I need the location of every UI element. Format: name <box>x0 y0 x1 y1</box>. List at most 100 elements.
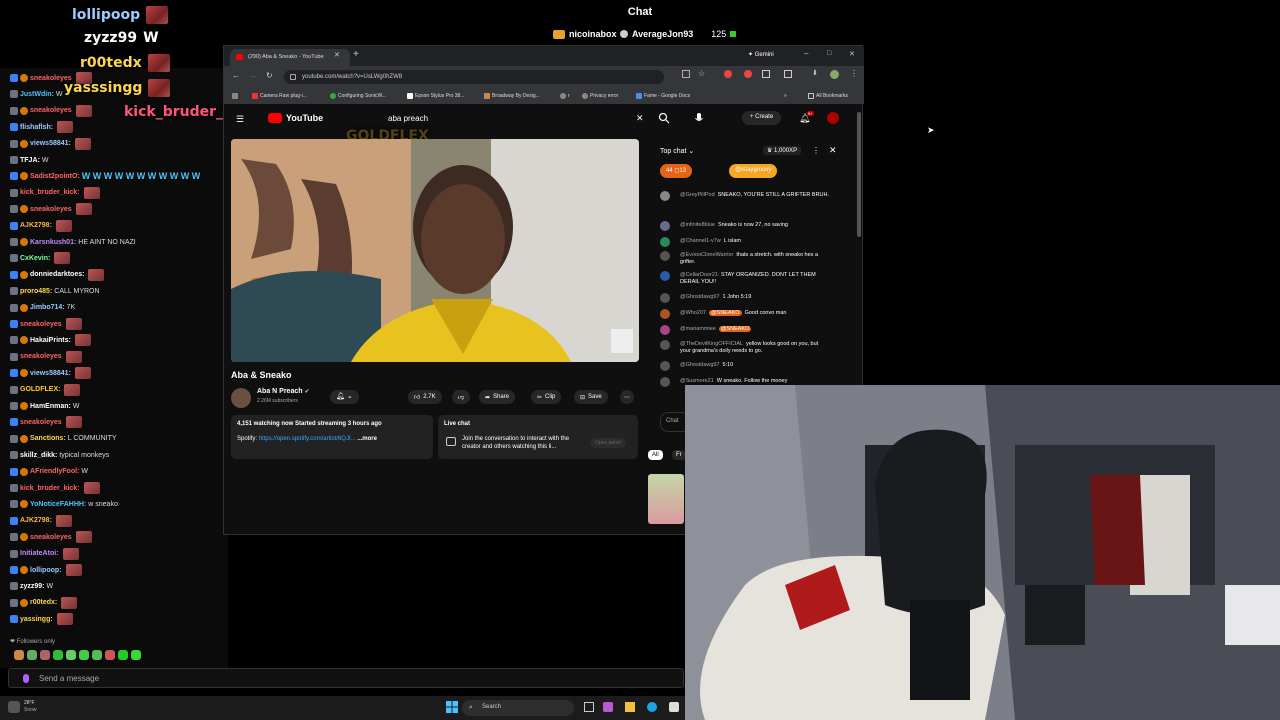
clear-search-icon[interactable]: ✕ <box>636 113 644 124</box>
share-button[interactable]: ➦ Share <box>479 390 516 404</box>
chat-avatar[interactable] <box>660 293 670 303</box>
chat-username[interactable]: @CellarDoor21 <box>680 272 718 278</box>
chat-username[interactable]: @Channel1-v7w <box>680 238 721 244</box>
weather-icon[interactable] <box>8 701 20 713</box>
gemini-button[interactable]: ✦ Gemini <box>748 51 774 58</box>
sidebar-icon[interactable] <box>784 70 792 78</box>
chat-username[interactable]: CxKevin: <box>20 255 50 262</box>
new-tab-icon[interactable]: + <box>353 49 359 60</box>
cast-icon[interactable] <box>682 70 690 78</box>
chat-username[interactable]: sneakoleyes <box>20 321 62 328</box>
bookmark-item[interactable]: r <box>560 93 570 99</box>
open-panel-button[interactable]: Open panel <box>590 438 626 448</box>
chat-username[interactable]: AJK2798: <box>20 222 52 229</box>
chat-username[interactable]: InitiateAtoi: <box>20 550 59 557</box>
bookmark-item[interactable]: Epson Stylus Pro 38... <box>407 93 464 99</box>
chat-username[interactable]: @Ghostdawg97 <box>680 294 720 300</box>
more-actions-button[interactable]: ⋯ <box>620 390 634 404</box>
chat-username[interactable]: flishaflsh: <box>20 124 53 131</box>
emote-icon[interactable] <box>79 650 89 660</box>
reload-icon[interactable]: ↻ <box>266 71 273 80</box>
chat-username[interactable]: Sanctions: <box>30 435 66 442</box>
chat-username[interactable]: kick_bruder_kick: <box>20 485 80 492</box>
account-avatar[interactable] <box>827 112 839 124</box>
search-icon[interactable] <box>658 112 670 124</box>
chat-username[interactable]: donniedarktoes: <box>30 271 84 278</box>
minimize-icon[interactable]: – <box>804 49 808 58</box>
chat-username[interactable]: yassingg: <box>20 616 53 623</box>
chat-username[interactable]: @infinite8blue <box>680 222 715 228</box>
spotify-link[interactable]: https://open.spotify.com/artist/6QJI... <box>259 436 356 442</box>
chat-username[interactable]: JustWdin: <box>20 91 54 98</box>
app-icon[interactable] <box>603 702 613 712</box>
chat-username[interactable]: GOLDFLEX: <box>20 386 60 393</box>
save-button[interactable]: ⊟ Save <box>574 390 608 404</box>
emote-icon[interactable] <box>53 650 63 660</box>
chat-avatar[interactable] <box>660 340 670 350</box>
chat-username[interactable]: HamEnman: <box>30 403 71 410</box>
clip-button[interactable]: ✂ Clip <box>531 390 562 404</box>
more-link[interactable]: ...more <box>357 436 377 442</box>
chat-username[interactable]: sneakoleyes <box>20 419 62 426</box>
chat-username[interactable]: kick_bruder_kick: <box>20 189 80 196</box>
emote-icon[interactable] <box>66 650 76 660</box>
all-bookmarks[interactable]: All Bookmarks <box>808 93 848 99</box>
video-player[interactable] <box>231 139 639 362</box>
chat-menu-icon[interactable]: ⋮ <box>812 146 820 155</box>
chat-username[interactable]: lollipoop: <box>30 567 62 574</box>
emote-icon[interactable] <box>118 650 128 660</box>
emote-bar[interactable] <box>14 650 141 660</box>
chat-username[interactable]: skillz_dikk: <box>20 452 57 459</box>
chat-avatar[interactable] <box>660 221 670 231</box>
chat-avatar[interactable] <box>660 237 670 247</box>
emote-icon[interactable] <box>14 650 24 660</box>
microphone-icon[interactable] <box>694 112 704 124</box>
chat-username[interactable]: zyzz99: <box>20 583 45 590</box>
chat-avatar[interactable] <box>660 191 670 201</box>
chat-username[interactable]: Sadist2pointO: <box>30 173 80 180</box>
extension-icon[interactable] <box>724 70 732 78</box>
apps-grid-icon[interactable] <box>232 93 238 99</box>
chat-username[interactable]: sneakoleyes <box>30 107 72 114</box>
extensions-puzzle-icon[interactable] <box>762 70 770 78</box>
filter-chip-fr[interactable]: Fr <box>672 450 686 460</box>
forward-icon[interactable]: → <box>249 71 257 80</box>
emote-icon[interactable] <box>92 650 102 660</box>
bookmark-item[interactable]: Camera Raw plug-i... <box>252 93 307 99</box>
emote-icon[interactable] <box>27 650 37 660</box>
chat-username[interactable]: @EvoooCloneWarrior <box>680 252 733 258</box>
chat-username[interactable]: TFJA: <box>20 157 40 164</box>
chat-pinned-pill[interactable]: @istaygroovy <box>729 164 778 178</box>
top-chat-dropdown[interactable]: Top chat ⌄ <box>660 147 694 155</box>
download-icon[interactable]: ⬇ <box>812 69 818 77</box>
chat-username[interactable]: Jimbo714: <box>30 304 65 311</box>
chat-avatar[interactable] <box>660 309 670 319</box>
chat-username[interactable]: AJK2798: <box>20 517 52 524</box>
close-chat-icon[interactable]: ✕ <box>829 145 837 156</box>
maximize-icon[interactable]: □ <box>827 50 831 57</box>
chat-username[interactable]: @mariammiee <box>680 326 716 332</box>
chat-username[interactable]: views58841: <box>30 370 71 377</box>
chat-avatar[interactable] <box>660 271 670 281</box>
site-info-icon[interactable] <box>290 74 296 80</box>
edge-icon[interactable] <box>647 702 657 712</box>
emote-icon[interactable] <box>40 650 50 660</box>
chat-username[interactable]: sneakoleyes <box>30 534 72 541</box>
file-explorer-icon[interactable] <box>625 702 635 712</box>
close-tab-icon[interactable]: ✕ <box>334 51 340 59</box>
chat-username[interactable]: @TheDevilKingOFFICIAL <box>680 341 743 347</box>
chat-avatar[interactable] <box>660 325 670 335</box>
chat-username[interactable]: Karsnkush01: <box>30 239 76 246</box>
tab-youtube[interactable]: (290) Aba & Sneako - YouTube <box>230 49 350 66</box>
chat-username[interactable]: views58841: <box>30 140 71 147</box>
page-scrollbar[interactable] <box>857 112 861 237</box>
windows-start-icon[interactable] <box>446 701 458 713</box>
chevron-right-icon[interactable]: » <box>784 93 787 99</box>
chat-username[interactable]: r00tedx: <box>30 599 57 606</box>
taskbar-search[interactable]: ⌕ Search <box>462 700 574 716</box>
bookmark-item[interactable]: Broadway By Desig... <box>484 93 540 99</box>
chat-username[interactable]: proro485: <box>20 288 52 295</box>
like-button[interactable]: 👍︎ 2.7K <box>408 390 442 404</box>
profile-avatar[interactable] <box>830 70 839 79</box>
menu-kebab-icon[interactable]: ⋮ <box>850 69 858 78</box>
